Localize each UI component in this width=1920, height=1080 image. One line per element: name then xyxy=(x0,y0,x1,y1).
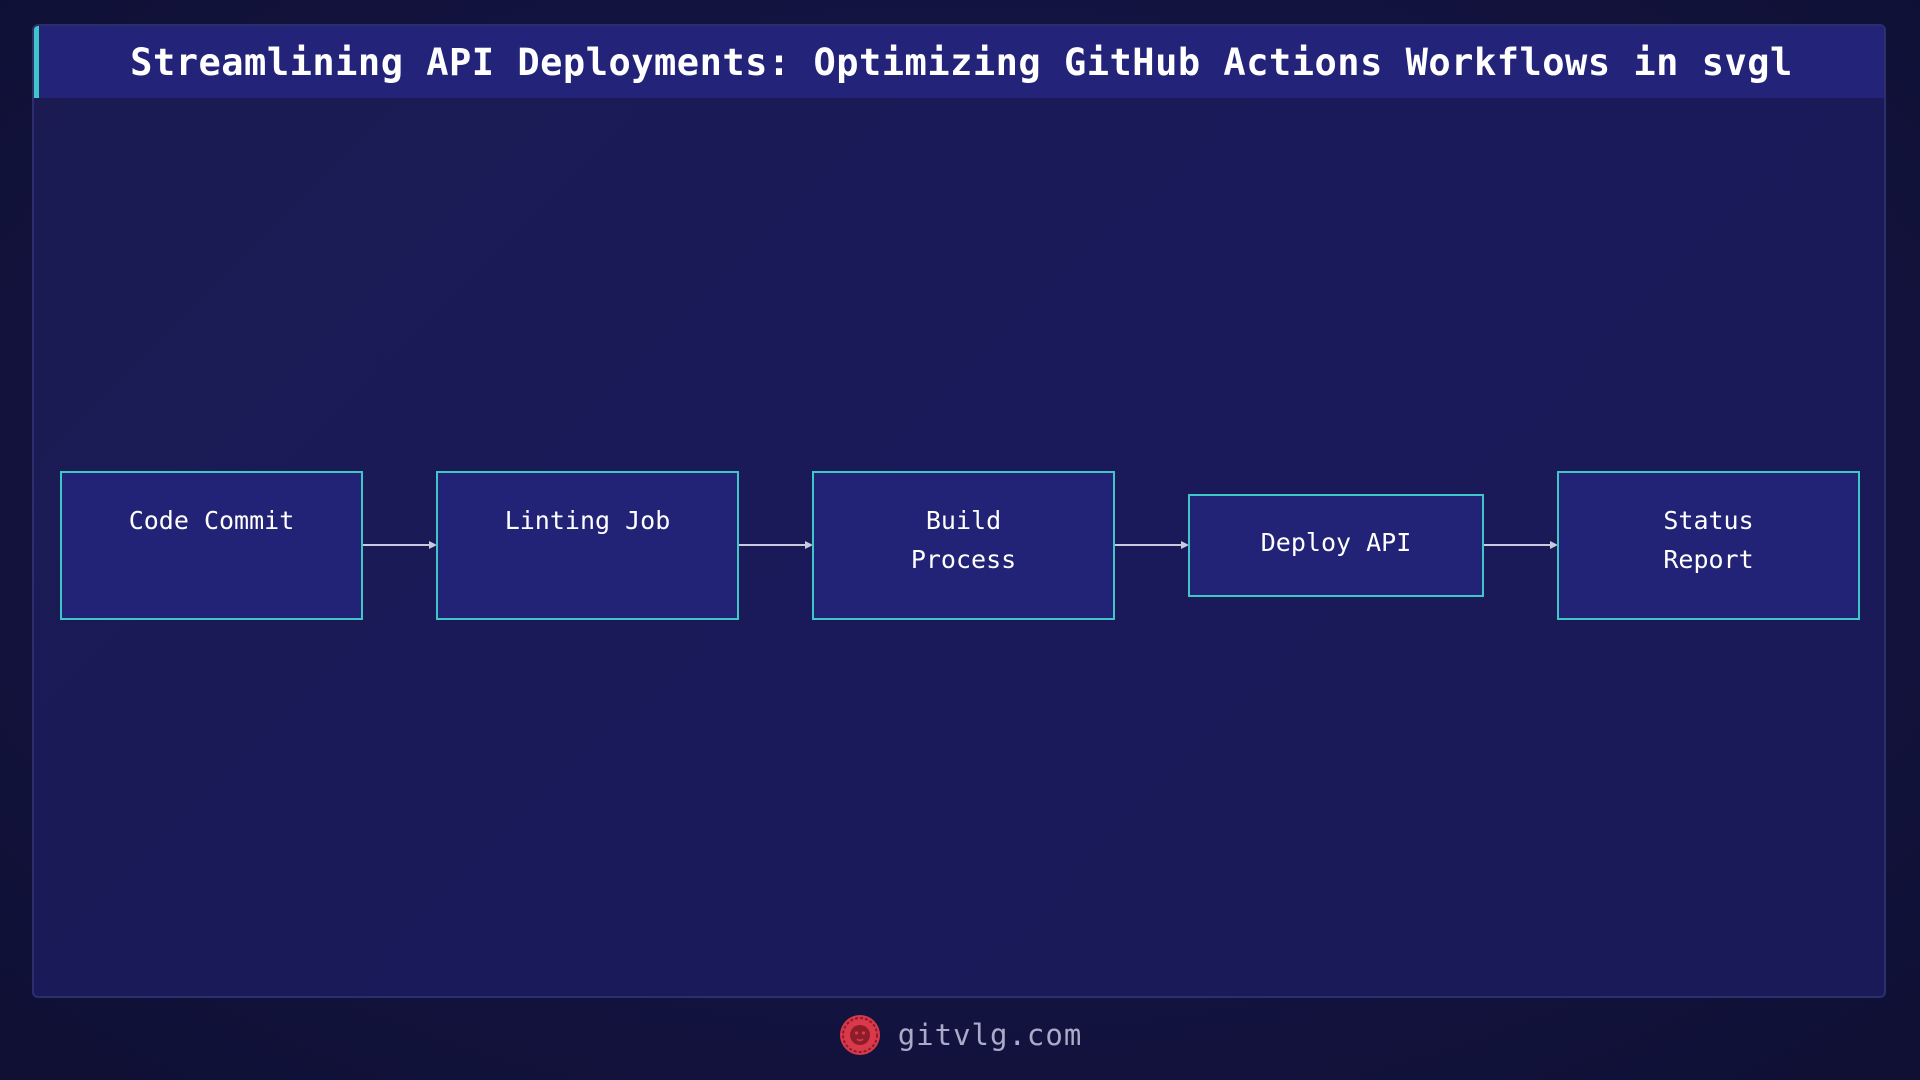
flow-edge-code-commit-to-linting-job xyxy=(362,541,437,549)
flow-node-deploy-api: Deploy API xyxy=(1188,494,1484,597)
flow-node-label: Build xyxy=(926,506,1001,535)
flow-node-box xyxy=(436,471,739,620)
flow-edge-deploy-api-to-status-report xyxy=(1483,541,1558,549)
flow-node-label: Deploy API xyxy=(1261,528,1412,557)
flowchart: Code Commit Linting Job Build Process Deploy… xyxy=(60,471,1860,620)
flow-node-linting-job: Linting Job xyxy=(436,471,739,620)
footer: gitvlg.com xyxy=(0,1010,1920,1060)
flow-node-label: Report xyxy=(1663,545,1753,574)
flow-node-status-report: Status Report xyxy=(1557,471,1860,620)
page: Streamlining API Deployments: Optimizing… xyxy=(0,0,1920,1080)
flow-node-label: Status xyxy=(1663,506,1753,535)
arrowhead-icon xyxy=(1550,541,1558,549)
arrowhead-icon xyxy=(429,541,437,549)
lion-logo-icon xyxy=(839,1015,880,1055)
flow-edge-linting-job-to-build-process xyxy=(738,541,813,549)
flow-node-label: Linting Job xyxy=(505,506,671,535)
flow-node-label: Code Commit xyxy=(129,506,295,535)
arrowhead-icon xyxy=(1181,541,1189,549)
flow-node-code-commit: Code Commit xyxy=(60,471,363,620)
flow-node-box xyxy=(60,471,363,620)
flow-node-build-process: Build Process xyxy=(812,471,1115,620)
flow-edge-build-process-to-deploy-api xyxy=(1114,541,1189,549)
flow-node-label: Process xyxy=(911,545,1016,574)
footer-site-link[interactable]: gitvlg.com xyxy=(898,1018,1083,1052)
arrowhead-icon xyxy=(805,541,813,549)
nodes: Code Commit Linting Job Build Process Deploy… xyxy=(60,471,1860,620)
